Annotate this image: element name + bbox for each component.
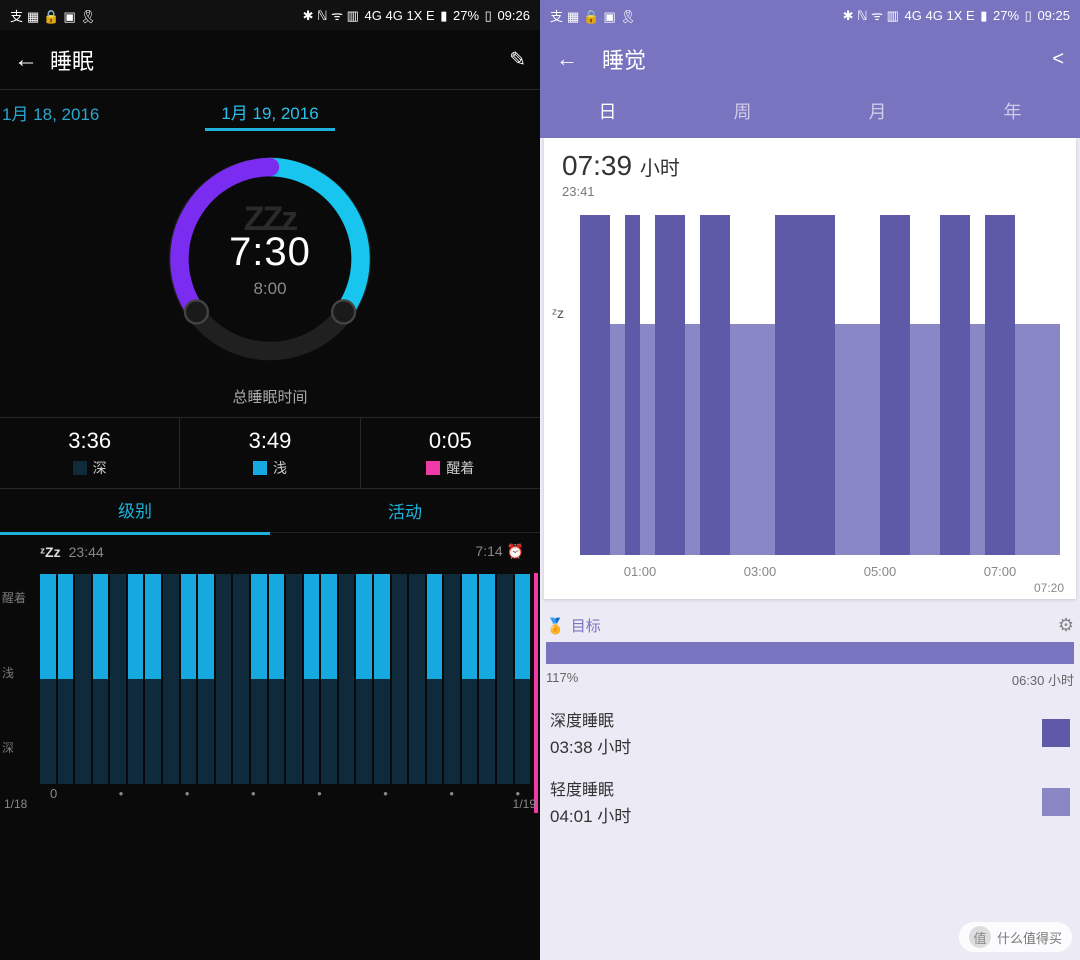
scroll-area[interactable]: 07:39 小时 23:41 ᶻz 01:0003:0005:0007:00 0… — [540, 138, 1080, 847]
alarm-icon: ⏰ — [507, 543, 524, 559]
deep-swatch — [1042, 719, 1070, 747]
total-sleep: 07:39 小时 — [554, 146, 1066, 182]
status-right: ✱ ℕ ᯤ ▥ 4G 4G 1X E ▮ 27% ▯ 09:26 — [303, 6, 532, 24]
sleep-card: 07:39 小时 23:41 ᶻz 01:0003:0005:0007:00 0… — [544, 138, 1076, 599]
garmin-sleep-screen: 支▦🔒▣🎗 ✱ ℕ ᯤ ▥ 4G 4G 1X E ▮ 27% ▯ 09:26 ←… — [0, 0, 540, 960]
deep-stat: 深度睡眠 03:38 小时 — [550, 707, 1070, 758]
awake-segment[interactable]: 0:05 醒着 — [361, 418, 540, 488]
tab-level[interactable]: 级别 — [0, 487, 270, 535]
watermark: 值 什么值得买 — [959, 922, 1072, 952]
moon-icon: ᶻZz — [40, 544, 61, 560]
sleep-goal: 8:00 — [253, 279, 286, 299]
zzz-icon: ᶻz — [552, 305, 564, 321]
tab-activity[interactable]: 活动 — [270, 488, 540, 533]
light-stat: 轻度睡眠 04:01 小时 — [550, 776, 1070, 827]
purple-sleep-screen: 支▦🔒▣🎗 ✱ ℕ ᯤ ▥ 4G 4G 1X E ▮ 27% ▯ 09:25 ←… — [540, 0, 1080, 960]
chart-start: 23:44 — [69, 544, 104, 560]
tab-year[interactable]: 年 — [945, 88, 1080, 138]
total-sleep-label: 总睡眠时间 — [0, 380, 540, 417]
prev-date[interactable]: 1月 18, 2016 — [0, 100, 110, 125]
x-axis: 01:0003:0005:0007:00 — [580, 564, 1060, 579]
edit-icon[interactable]: ✎ — [509, 47, 526, 72]
chart-end: 7:14 — [475, 543, 502, 559]
x-end: 07:20 — [1034, 581, 1064, 595]
page-title: 睡觉 — [592, 43, 1052, 75]
current-date[interactable]: 1月 19, 2016 — [110, 93, 430, 131]
goal-target: 06:30 小时 — [1012, 670, 1074, 689]
light-swatch — [253, 461, 267, 475]
deep-value: 03:38 小时 — [550, 733, 1042, 758]
goal-section: 🏅 目标 ⚙ 117% 06:30 小时 — [546, 615, 1074, 689]
tab-week[interactable]: 周 — [675, 88, 810, 138]
goal-label: 目标 — [565, 615, 1058, 636]
status-icons: 支▦🔒▣🎗 — [548, 6, 638, 25]
page-title: 睡眠 — [44, 44, 509, 76]
share-icon[interactable]: < — [1052, 48, 1064, 71]
goal-pct: 117% — [546, 670, 578, 689]
awake-swatch — [426, 461, 440, 475]
deep-segment[interactable]: 3:36 深 — [0, 418, 180, 488]
wake-marker — [534, 573, 538, 813]
ribbon-icon: 🏅 — [546, 617, 565, 635]
status-icons: 支▦🔒▣🎗 — [8, 6, 98, 25]
gear-icon[interactable]: ⚙ — [1058, 615, 1074, 636]
header: ← 睡觉 < — [540, 30, 1080, 88]
sleep-breakdown: 3:36 深 3:49 浅 0:05 醒着 — [0, 417, 540, 489]
tab-month[interactable]: 月 — [810, 88, 945, 138]
status-bar: 支▦🔒▣🎗 ✱ ℕ ᯤ ▥ 4G 4G 1X E ▮ 27% ▯ 09:26 — [0, 0, 540, 30]
period-tabs: 日 周 月 年 — [540, 88, 1080, 138]
status-right: ✱ ℕ ᯤ ▥ 4G 4G 1X E ▮ 27% ▯ 09:25 — [843, 6, 1072, 24]
chart-tabs: 级别 活动 — [0, 489, 540, 533]
date-switcher[interactable]: 1月 18, 2016 1月 19, 2016 — [0, 90, 540, 134]
light-value: 04:01 小时 — [550, 802, 1042, 827]
light-swatch — [1042, 788, 1070, 816]
y-axis-labels: 醒着浅深 — [2, 589, 26, 756]
watermark-icon: 值 — [969, 926, 991, 948]
sleep-stage-chart[interactable]: ᶻZz23:44 7:14 ⏰ 醒着浅深 0••••••• 1/181/19 — [0, 533, 540, 813]
tab-day[interactable]: 日 — [540, 88, 675, 138]
light-segment[interactable]: 3:49 浅 — [180, 418, 360, 488]
x-axis: 1/181/19 — [4, 797, 536, 811]
light-label: 轻度睡眠 — [550, 776, 1042, 800]
sleep-bar-chart[interactable]: ᶻz 01:0003:0005:0007:00 07:20 — [554, 205, 1066, 585]
deep-swatch — [73, 461, 87, 475]
back-icon[interactable]: ← — [556, 46, 592, 72]
deep-label: 深度睡眠 — [550, 707, 1042, 731]
zzz-icon: ZZz — [244, 200, 297, 239]
sleep-ring: ZZz 7:30 8:00 — [0, 134, 540, 380]
back-icon[interactable]: ← — [14, 46, 44, 74]
goal-progress-bar — [546, 642, 1074, 664]
status-bar: 支▦🔒▣🎗 ✱ ℕ ᯤ ▥ 4G 4G 1X E ▮ 27% ▯ 09:25 — [540, 0, 1080, 30]
sleep-start: 23:41 — [554, 182, 1066, 205]
header: ← 睡眠 ✎ — [0, 30, 540, 90]
